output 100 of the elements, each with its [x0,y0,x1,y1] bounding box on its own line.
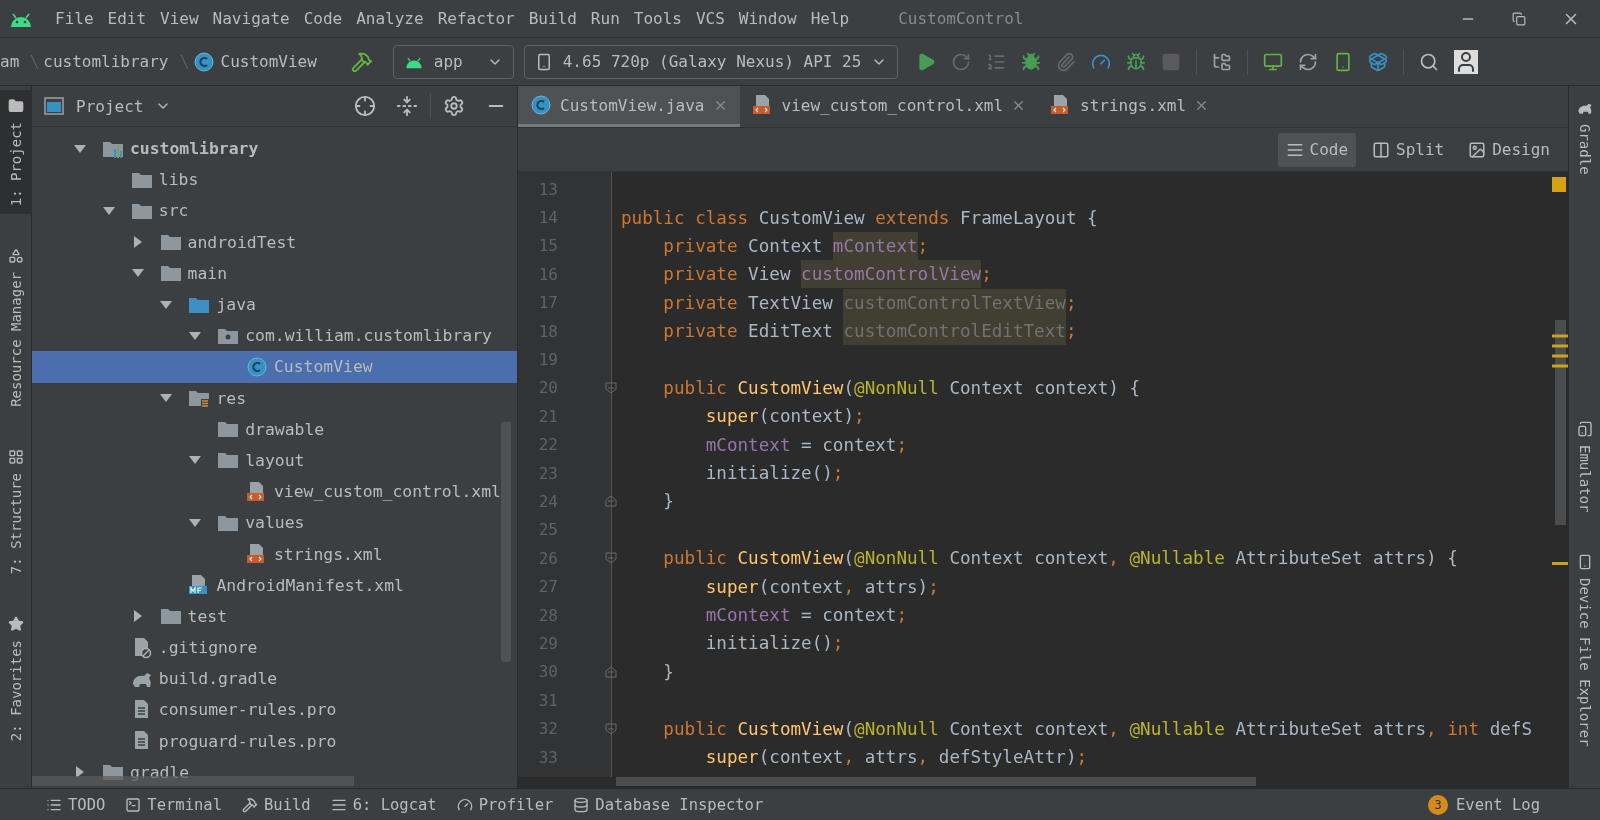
tree-item[interactable]: customlibrary [32,133,517,165]
tree-item[interactable]: main [32,257,517,289]
gauge-icon [456,796,473,813]
menu-item[interactable]: Refactor [430,9,522,28]
bug-icon[interactable] [1021,51,1042,72]
warning-stripes [1552,334,1568,368]
fold-marker-icon[interactable] [605,552,617,565]
collapse-icon[interactable] [396,95,418,117]
tree-item[interactable]: com.william.customlibrary [32,320,517,352]
view-mode-button[interactable]: Code [1277,132,1357,167]
tree-item[interactable]: androidTest [32,226,517,258]
code-line: private EditText customControlEditText; [621,316,1552,346]
tree-item[interactable]: res [32,382,517,414]
tool-window-button[interactable]: Profiler [456,795,554,814]
menu-item[interactable]: Navigate [205,9,297,28]
breadcrumb[interactable]: am [0,52,20,71]
tree-item[interactable]: drawable [32,413,517,445]
tree-item[interactable]: build.gradle [32,663,517,695]
code-line: super(context); [704,405,866,429]
tool-window-button[interactable]: Build [242,795,311,814]
hammer-icon[interactable] [350,50,373,73]
star-icon [7,616,24,633]
scrollbar-thumb[interactable] [616,777,1256,786]
code-line: public CustomView(@NonNull Context context, @Nullable AttributeSet attrs, int defS [662,717,1534,741]
monitor-icon[interactable] [1263,51,1284,72]
editor-tab[interactable]: strings.xml [1038,86,1222,127]
sync-icon[interactable] [1298,51,1319,72]
tree-item[interactable]: test [32,600,517,632]
play-icon[interactable] [916,51,937,72]
menu-item[interactable]: Build [521,9,584,28]
view-mode-button[interactable]: Design [1460,132,1558,167]
tool-window-tab[interactable]: Resource Manager [0,240,32,416]
package-icon[interactable] [1368,51,1389,72]
crosshair-icon[interactable] [354,95,376,117]
tool-window-tab[interactable]: Device File Explorer [1568,546,1600,755]
tool-window-button[interactable]: TODO [46,795,106,814]
run-config-dropdown[interactable]: app [392,44,514,79]
bug-icon[interactable] [1126,51,1147,72]
menu-item[interactable]: Window [731,9,804,28]
panel-title[interactable]: Project [76,96,144,116]
tool-window-tab[interactable]: 1: Project [0,90,32,215]
tool-window-button[interactable]: Terminal [125,795,222,814]
tool-window-button[interactable]: 6: Logcat [330,795,437,814]
device-dropdown[interactable]: 4.65 720p (Galaxy Nexus) API 25 [523,44,899,79]
count-badge: 3 [1428,794,1448,815]
fold-marker-icon[interactable] [605,495,617,508]
tree-item[interactable]: layout [32,444,517,477]
restore-icon[interactable] [1512,11,1526,26]
tree-item[interactable]: strings.xml [32,538,517,570]
fold-marker-icon[interactable] [605,381,617,394]
fold-marker-icon[interactable] [605,722,617,735]
tool-window-tab[interactable]: 7: Structure [0,441,32,583]
settings-icon[interactable] [443,95,465,117]
code-line: public CustomView(@NonNull Context context, @Nullable AttributeSet attrs) { [662,547,1459,571]
tree-item[interactable]: view_custom_control.xml [32,476,517,508]
tree-item[interactable]: java [32,288,517,321]
code-line: public class CustomView extends FrameLayout { [621,206,1099,230]
tree-item[interactable]: values [32,507,517,539]
folder-tree-icon[interactable] [1212,51,1233,72]
menu-item[interactable]: VCS [688,9,732,28]
menu-item[interactable]: Analyze [349,9,431,28]
tree-item[interactable]: proguard-rules.pro [32,725,517,757]
menu-item[interactable]: Help [803,9,857,28]
tree-item[interactable]: .gitignore [32,632,517,664]
menu-item[interactable]: Edit [100,9,154,28]
folder-icon [7,98,24,114]
window-title: CustomControl [898,9,1024,28]
shapes-icon [7,248,24,265]
structure-icon [7,449,24,466]
tool-window-button[interactable]: Database Inspector [573,795,764,814]
search-icon[interactable] [1419,51,1440,72]
code-line: private View customControlView; [621,260,1552,289]
menu-item[interactable]: Run [583,9,627,28]
scrollbar-thumb[interactable] [1555,320,1566,525]
event-log-button[interactable]: 3 Event Log [1428,794,1540,815]
warning-stripe [1552,562,1568,565]
tree-item[interactable]: consumer-rules.pro [32,694,517,726]
tool-window-tab[interactable]: Gradle [1568,92,1600,183]
view-mode-button[interactable]: Split [1364,132,1453,167]
warning-indicator [1552,177,1566,192]
breadcrumb[interactable]: customlibrary [43,52,169,71]
menu-item[interactable]: Code [296,9,350,28]
menu-item[interactable]: Tools [626,9,689,28]
tool-window-tab[interactable]: Emulator [1568,412,1600,520]
editor-tab[interactable]: view_custom_control.xml [739,86,1039,127]
fold-marker-icon[interactable] [605,665,617,678]
tree-item[interactable]: src [32,195,517,227]
code-line: mContext = context; [704,433,908,457]
editor-tab[interactable]: CustomView.java [518,86,740,127]
tree-item[interactable]: AndroidManifest.xml [32,569,517,601]
code-line: } [662,660,675,684]
avatar-icon[interactable] [1454,49,1479,74]
tree-item[interactable]: libs [32,164,517,196]
breadcrumb[interactable]: CustomView [192,50,317,73]
class-icon [192,50,215,73]
menu-item[interactable]: File [48,9,101,28]
menu-item[interactable]: View [153,9,206,28]
code-line: public CustomView(@NonNull Context context) { [662,376,1142,400]
tool-window-tab[interactable]: 2: Favorites [0,608,32,750]
code-line: mContext = context; [704,604,908,628]
